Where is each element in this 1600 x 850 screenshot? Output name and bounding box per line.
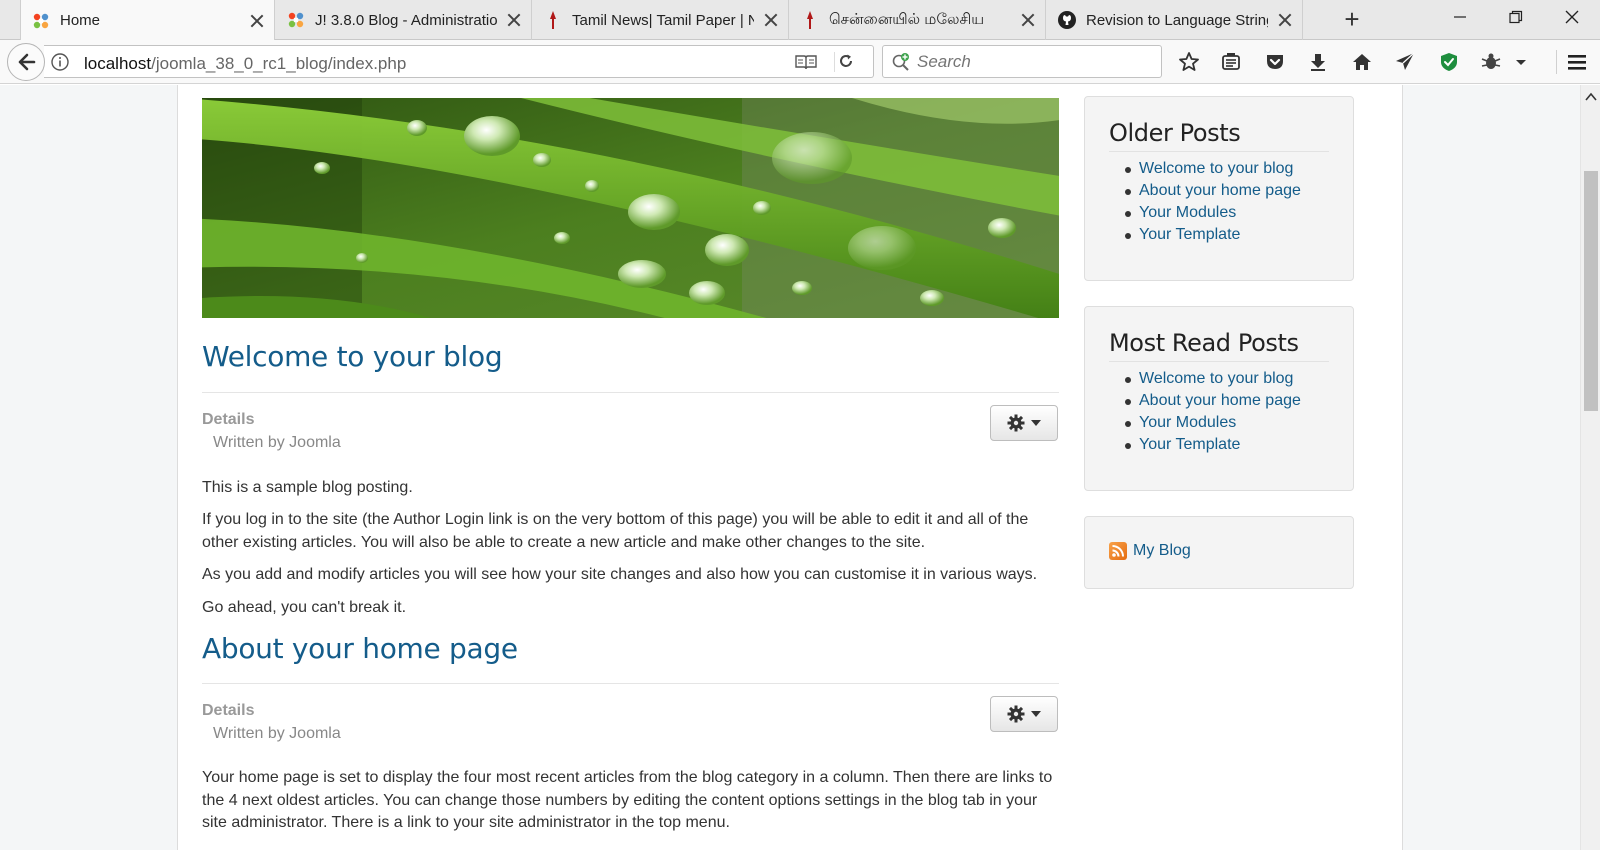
article-paragraph: Go ahead, you can't break it. (202, 599, 407, 616)
scrollbar-thumb[interactable] (1584, 171, 1598, 411)
tab-github[interactable]: Revision to Language Strings (1047, 0, 1303, 40)
dinamani-icon (543, 10, 563, 30)
rss-icon (1109, 542, 1127, 560)
download-icon[interactable] (1305, 50, 1331, 74)
article-paragraph: Your home page is set to display the fou… (202, 769, 1053, 831)
gear-icon (1007, 414, 1025, 432)
reload-icon[interactable] (834, 52, 856, 72)
tab-title: Tamil News| Tamil Paper | News (572, 11, 754, 29)
feed-link[interactable]: My Blog (1109, 542, 1191, 560)
search-icon (891, 52, 913, 72)
chevron-down-icon[interactable] (1512, 50, 1530, 74)
tab-tamil-article[interactable]: சென்னையில் மலேசிய (790, 0, 1046, 40)
tab-title: Home (60, 12, 101, 29)
scroll-up-icon[interactable] (1585, 89, 1597, 101)
bookmarks-library-icon[interactable] (1218, 50, 1244, 74)
search-input[interactable] (917, 50, 1147, 74)
module-title: Most Read Posts (1109, 329, 1299, 357)
divider (202, 392, 1059, 393)
list-item-link[interactable]: Your Modules (1125, 202, 1301, 224)
reader-view-icon[interactable] (794, 52, 818, 72)
close-tab-icon[interactable] (248, 12, 266, 30)
tab-strip: Home J! 3.8.0 Blog - Administration Tami… (0, 0, 1600, 41)
tab-title: சென்னையில் மலேசிய (829, 10, 985, 28)
joomla-icon (31, 11, 51, 31)
url-bar[interactable]: localhost/joomla_38_0_rc1_blog/index.php (44, 45, 874, 78)
back-button[interactable] (7, 43, 45, 81)
article-options-button[interactable] (990, 696, 1058, 732)
feed-module: My Blog (1084, 516, 1354, 589)
list-item-link[interactable]: Your Template (1125, 224, 1301, 246)
gear-icon (1007, 705, 1025, 723)
article-paragraph: If you log in to the site (the Author Lo… (202, 511, 1029, 551)
caret-down-icon (1031, 420, 1041, 426)
list-item-link[interactable]: Your Template (1125, 434, 1301, 456)
bookmark-star-icon[interactable] (1176, 50, 1202, 74)
module-title: Older Posts (1109, 119, 1241, 147)
most-read-list: Welcome to your blog About your home pag… (1125, 368, 1301, 456)
article-paragraph: As you add and modify articles you will … (202, 566, 1038, 583)
tab-home[interactable]: Home (20, 0, 275, 41)
header-image (202, 98, 1059, 318)
list-item-link[interactable]: About your home page (1125, 180, 1301, 202)
navigation-toolbar: localhost/joomla_38_0_rc1_blog/index.php (0, 40, 1600, 84)
author-line: Written by Joomla (213, 434, 341, 451)
tab-administration[interactable]: J! 3.8.0 Blog - Administration (276, 0, 532, 40)
details-label: Details (202, 702, 255, 719)
extension-bug-icon[interactable] (1478, 50, 1504, 74)
new-tab-button[interactable]: + (1340, 6, 1364, 32)
github-icon (1057, 10, 1077, 30)
url-host: localhost (84, 54, 152, 73)
restore-button[interactable] (1488, 0, 1544, 34)
search-bar[interactable] (882, 45, 1162, 78)
article-paragraph: This is a sample blog posting. (202, 479, 413, 496)
article-options-button[interactable] (990, 405, 1058, 441)
vertical-scrollbar[interactable] (1580, 85, 1600, 850)
hamburger-menu-icon[interactable] (1556, 50, 1596, 74)
author-line: Written by Joomla (213, 725, 341, 742)
close-tab-icon[interactable] (1019, 11, 1037, 29)
details-label: Details (202, 411, 255, 428)
close-window-button[interactable] (1544, 0, 1600, 34)
url-path: /joomla_38_0_rc1_blog/index.php (151, 54, 407, 73)
caret-down-icon (1031, 711, 1041, 717)
article-title-link[interactable]: About your home page (202, 632, 518, 665)
pocket-icon[interactable] (1262, 50, 1288, 74)
list-item-link[interactable]: Your Modules (1125, 412, 1301, 434)
divider (1109, 151, 1329, 152)
list-item-link[interactable]: About your home page (1125, 390, 1301, 412)
page-body: Welcome to your blog Details Written by … (177, 85, 1403, 850)
divider (202, 683, 1059, 684)
close-tab-icon[interactable] (505, 11, 523, 29)
tab-title: Revision to Language Strings (1086, 11, 1268, 29)
dinamani-icon (800, 10, 820, 30)
info-icon[interactable] (50, 52, 70, 72)
list-item-link[interactable]: Welcome to your blog (1125, 158, 1301, 180)
feed-label: My Blog (1133, 542, 1191, 559)
home-icon[interactable] (1349, 50, 1375, 74)
joomla-icon (286, 10, 306, 30)
arrow-left-icon (18, 53, 36, 71)
shield-icon[interactable] (1436, 50, 1462, 74)
divider (1109, 361, 1329, 362)
most-read-module: Most Read Posts Welcome to your blog Abo… (1084, 306, 1354, 491)
older-posts-list: Welcome to your blog About your home pag… (1125, 158, 1301, 246)
send-tab-icon[interactable] (1392, 50, 1418, 74)
older-posts-module: Older Posts Welcome to your blog About y… (1084, 96, 1354, 281)
minimize-button[interactable] (1432, 0, 1488, 34)
close-tab-icon[interactable] (762, 11, 780, 29)
close-tab-icon[interactable] (1276, 11, 1294, 29)
page-viewport: Welcome to your blog Details Written by … (0, 85, 1580, 850)
list-item-link[interactable]: Welcome to your blog (1125, 368, 1301, 390)
tab-title: J! 3.8.0 Blog - Administration (315, 11, 497, 29)
tab-tamil-news[interactable]: Tamil News| Tamil Paper | News (533, 0, 789, 40)
article-title-link[interactable]: Welcome to your blog (202, 340, 503, 373)
url-text[interactable]: localhost/joomla_38_0_rc1_blog/index.php (84, 54, 406, 74)
